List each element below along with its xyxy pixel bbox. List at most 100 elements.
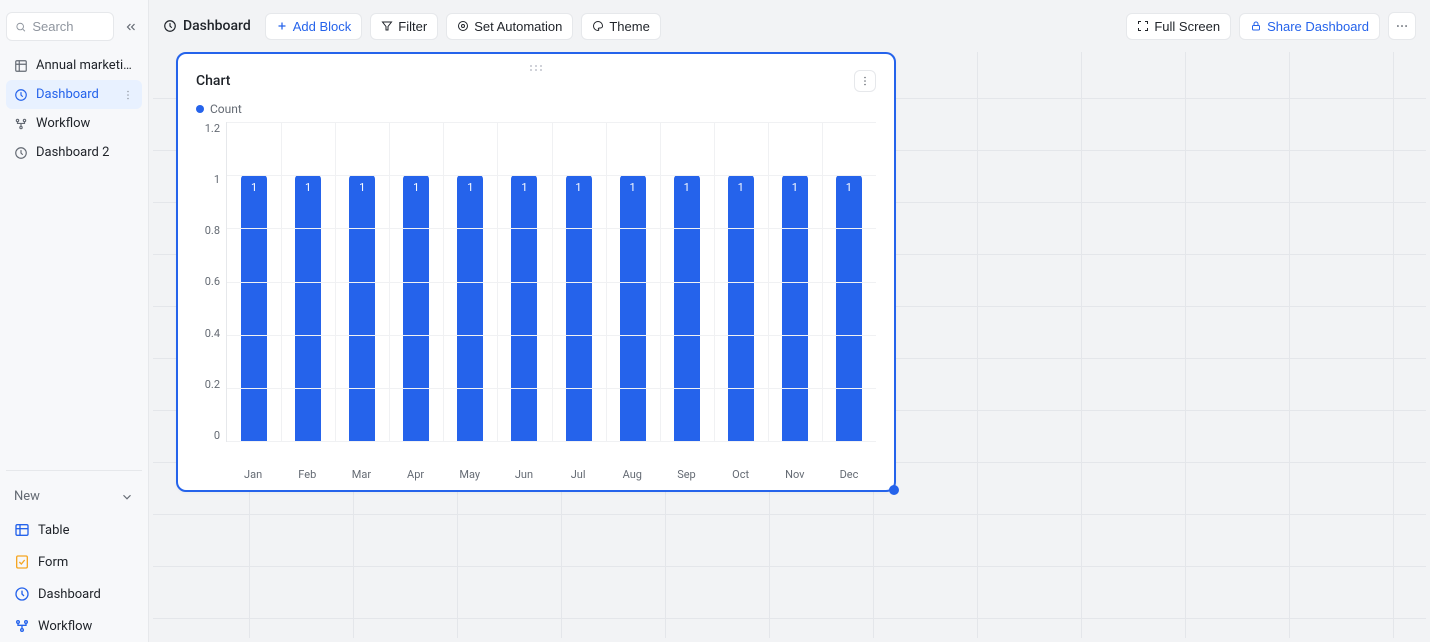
new-item-label: Workflow xyxy=(38,619,92,634)
full-screen-button[interactable]: Full Screen xyxy=(1126,13,1231,40)
bar-value-label: 1 xyxy=(511,181,537,194)
chart-area: 1.2 1 0.8 0.6 0.4 0.2 0 1 1 1 1 1 1 1 1 1 1 1 1 xyxy=(196,122,876,462)
bar-value-label: 1 xyxy=(457,181,483,194)
new-section-toggle[interactable]: New xyxy=(6,483,142,514)
chart-bar[interactable]: 1 xyxy=(457,175,483,441)
new-item-dashboard[interactable]: Dashboard xyxy=(6,578,142,610)
topbar-more-button[interactable] xyxy=(1388,12,1416,40)
x-tick: Dec xyxy=(822,462,876,481)
bar-value-label: 1 xyxy=(295,181,321,194)
x-tick: Feb xyxy=(280,462,334,481)
y-tick: 0.4 xyxy=(205,327,220,340)
search-input[interactable] xyxy=(32,19,105,34)
filter-button[interactable]: Filter xyxy=(370,13,438,40)
collapse-sidebar-button[interactable] xyxy=(120,16,142,38)
search-box[interactable] xyxy=(6,12,114,41)
bar-value-label: 1 xyxy=(728,181,754,194)
grid-icon xyxy=(14,59,28,73)
chart-bar[interactable]: 1 xyxy=(241,175,267,441)
chart-card-menu[interactable] xyxy=(854,70,876,92)
chart-bar[interactable]: 1 xyxy=(403,175,429,441)
x-tick: Mar xyxy=(334,462,388,481)
chart-card[interactable]: Chart Count 1.210.80.60.40.20 1111111111… xyxy=(176,52,896,492)
topbar: Dashboard Add Block Filter Set Automatio… xyxy=(149,0,1430,52)
y-tick: 1.2 xyxy=(205,122,220,135)
table-icon xyxy=(14,522,30,538)
sidebar: Annual marketing... Dashboard Workflow D… xyxy=(0,0,149,642)
palette-icon xyxy=(592,20,604,32)
x-tick: Jun xyxy=(497,462,551,481)
bar-value-label: 1 xyxy=(566,181,592,194)
lock-icon xyxy=(1250,20,1262,32)
x-tick: Jul xyxy=(551,462,605,481)
x-tick: Jan xyxy=(226,462,280,481)
y-tick: 0.6 xyxy=(205,275,220,288)
main: Dashboard Add Block Filter Set Automatio… xyxy=(149,0,1430,642)
bar-value-label: 1 xyxy=(403,181,429,194)
x-tick: Oct xyxy=(714,462,768,481)
x-axis: JanFebMarAprMayJunJulAugSepOctNovDec xyxy=(226,462,876,481)
chart-bar[interactable]: 1 xyxy=(620,175,646,441)
bar-value-label: 1 xyxy=(241,181,267,194)
more-vertical-icon xyxy=(859,75,871,87)
share-dashboard-button[interactable]: Share Dashboard xyxy=(1239,13,1380,40)
plus-icon xyxy=(276,20,288,32)
dashboard-canvas[interactable]: Chart Count 1.210.80.60.40.20 1111111111… xyxy=(153,52,1426,638)
sidebar-item-label: Annual marketing... xyxy=(36,58,134,73)
bar-value-label: 1 xyxy=(674,181,700,194)
grip-icon xyxy=(529,64,543,72)
new-section-label: New xyxy=(14,489,40,504)
new-item-label: Form xyxy=(38,555,68,570)
chart-bar[interactable]: 1 xyxy=(295,175,321,441)
x-tick: Sep xyxy=(659,462,713,481)
sidebar-item-workflow[interactable]: Workflow xyxy=(6,109,142,138)
chart-bar[interactable]: 1 xyxy=(836,175,862,441)
chevron-double-left-icon xyxy=(124,20,138,34)
x-tick: Apr xyxy=(389,462,443,481)
chart-plot: 1 1 1 1 1 1 1 1 1 1 1 1 xyxy=(226,122,876,442)
gauge-icon xyxy=(14,146,28,160)
chart-bar[interactable]: 1 xyxy=(566,175,592,441)
y-axis: 1.2 1 0.8 0.6 0.4 0.2 0 xyxy=(196,122,226,442)
more-horizontal-icon xyxy=(1395,19,1409,33)
chart-bar[interactable]: 1 xyxy=(674,175,700,441)
new-section: New Table Form Dashboard Workflow xyxy=(6,470,142,642)
sidebar-item-label: Dashboard 2 xyxy=(36,145,109,160)
new-item-form[interactable]: Form xyxy=(6,546,142,578)
chevron-down-icon xyxy=(120,490,134,504)
sidebar-item-dashboard[interactable]: Dashboard xyxy=(6,80,142,109)
bar-value-label: 1 xyxy=(782,181,808,194)
set-automation-button[interactable]: Set Automation xyxy=(446,13,573,40)
sidebar-item-annual-marketing[interactable]: Annual marketing... xyxy=(6,51,142,80)
y-tick: 0.2 xyxy=(205,378,220,391)
new-item-table[interactable]: Table xyxy=(6,514,142,546)
x-tick: May xyxy=(443,462,497,481)
sidebar-item-dashboard-2[interactable]: Dashboard 2 xyxy=(6,138,142,167)
new-item-label: Table xyxy=(38,523,69,538)
bar-value-label: 1 xyxy=(836,181,862,194)
bar-value-label: 1 xyxy=(620,181,646,194)
add-block-button[interactable]: Add Block xyxy=(265,13,363,40)
sidebar-item-label: Dashboard xyxy=(36,87,99,102)
y-tick: 1 xyxy=(214,173,220,186)
y-tick: 0.8 xyxy=(205,224,220,237)
x-tick: Aug xyxy=(605,462,659,481)
drag-handle[interactable] xyxy=(529,64,543,72)
more-vertical-icon[interactable] xyxy=(122,89,134,101)
new-item-workflow[interactable]: Workflow xyxy=(6,610,142,642)
chart-title: Chart xyxy=(196,73,230,89)
chart-bar[interactable]: 1 xyxy=(728,175,754,441)
gauge-icon xyxy=(14,88,28,102)
bar-value-label: 1 xyxy=(349,181,375,194)
chart-bar[interactable]: 1 xyxy=(782,175,808,441)
y-tick: 0 xyxy=(214,429,220,442)
automation-icon xyxy=(457,20,469,32)
theme-button[interactable]: Theme xyxy=(581,13,660,40)
filter-icon xyxy=(381,20,393,32)
workflow-icon xyxy=(14,618,30,634)
fullscreen-icon xyxy=(1137,20,1149,32)
chart-bar[interactable]: 1 xyxy=(349,175,375,441)
page-title: Dashboard xyxy=(163,18,257,34)
resize-handle[interactable] xyxy=(889,485,899,495)
chart-bar[interactable]: 1 xyxy=(511,175,537,441)
